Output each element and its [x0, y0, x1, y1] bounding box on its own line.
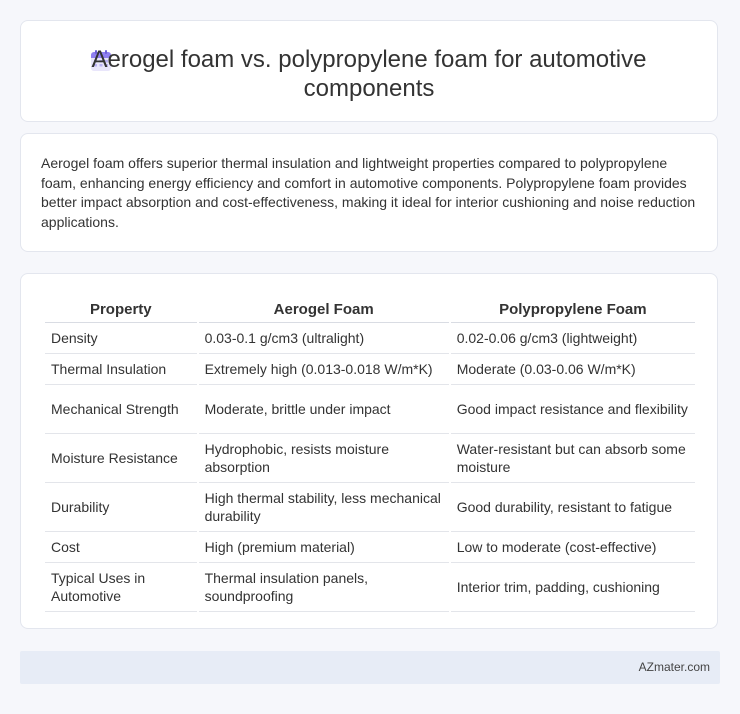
table-cell: Moisture Resistance — [45, 434, 197, 483]
column-header: Aerogel Foam — [198, 296, 449, 323]
table-cell: Good impact resistance and flexibility — [450, 385, 695, 434]
title-card: Aerogel foam vs. polypropylene foam for … — [20, 20, 718, 122]
table-cell: Thermal Insulation — [45, 354, 197, 385]
table-row: Density 0.03-0.1 g/cm3 (ultralight) 0.02… — [45, 323, 695, 354]
footer: AZmater.com — [20, 651, 720, 684]
table-cell: Cost — [45, 532, 197, 563]
table-cell: Low to moderate (cost-effective) — [450, 532, 695, 563]
table-cell: Water-resistant but can absorb some mois… — [450, 434, 695, 483]
table-cell: Thermal insulation panels, soundproofing — [198, 563, 449, 612]
table-row: Thermal Insulation Extremely high (0.013… — [45, 354, 695, 385]
table-cell: Extremely high (0.013-0.018 W/m*K) — [198, 354, 449, 385]
table-row: Moisture Resistance Hydrophobic, resists… — [45, 434, 695, 483]
footer-brand: AZmater.com — [638, 660, 710, 674]
summary-text: Aerogel foam offers superior thermal ins… — [41, 155, 696, 230]
column-header: Property — [45, 296, 197, 323]
comparison-card: Property Aerogel Foam Polypropylene Foam… — [20, 273, 718, 629]
table-cell: 0.03-0.1 g/cm3 (ultralight) — [198, 323, 449, 354]
table-cell: Good durability, resistant to fatigue — [450, 483, 695, 532]
table-header-row: Property Aerogel Foam Polypropylene Foam — [45, 296, 695, 323]
table-cell: 0.02-0.06 g/cm3 (lightweight) — [450, 323, 695, 354]
column-header: Polypropylene Foam — [450, 296, 695, 323]
table-cell: Moderate (0.03-0.06 W/m*K) — [450, 354, 695, 385]
table-cell: Moderate, brittle under impact — [198, 385, 449, 434]
table-cell: High thermal stability, less mechanical … — [198, 483, 449, 532]
table-cell: Interior trim, padding, cushioning — [450, 563, 695, 612]
table-row: Typical Uses in Automotive Thermal insul… — [45, 563, 695, 612]
table-row: Cost High (premium material) Low to mode… — [45, 532, 695, 563]
table-cell: Typical Uses in Automotive — [45, 563, 197, 612]
table-cell: High (premium material) — [198, 532, 449, 563]
comparison-table: Property Aerogel Foam Polypropylene Foam… — [43, 296, 697, 612]
summary-card: Aerogel foam offers superior thermal ins… — [20, 133, 718, 252]
page-title: Aerogel foam vs. polypropylene foam for … — [91, 46, 647, 102]
table-row: Durability High thermal stability, less … — [45, 483, 695, 532]
table-cell: Mechanical Strength — [45, 385, 197, 434]
table-cell: Density — [45, 323, 197, 354]
table-cell: Durability — [45, 483, 197, 532]
table-cell: Hydrophobic, resists moisture absorption — [198, 434, 449, 483]
table-row: Mechanical Strength Moderate, brittle un… — [45, 385, 695, 434]
